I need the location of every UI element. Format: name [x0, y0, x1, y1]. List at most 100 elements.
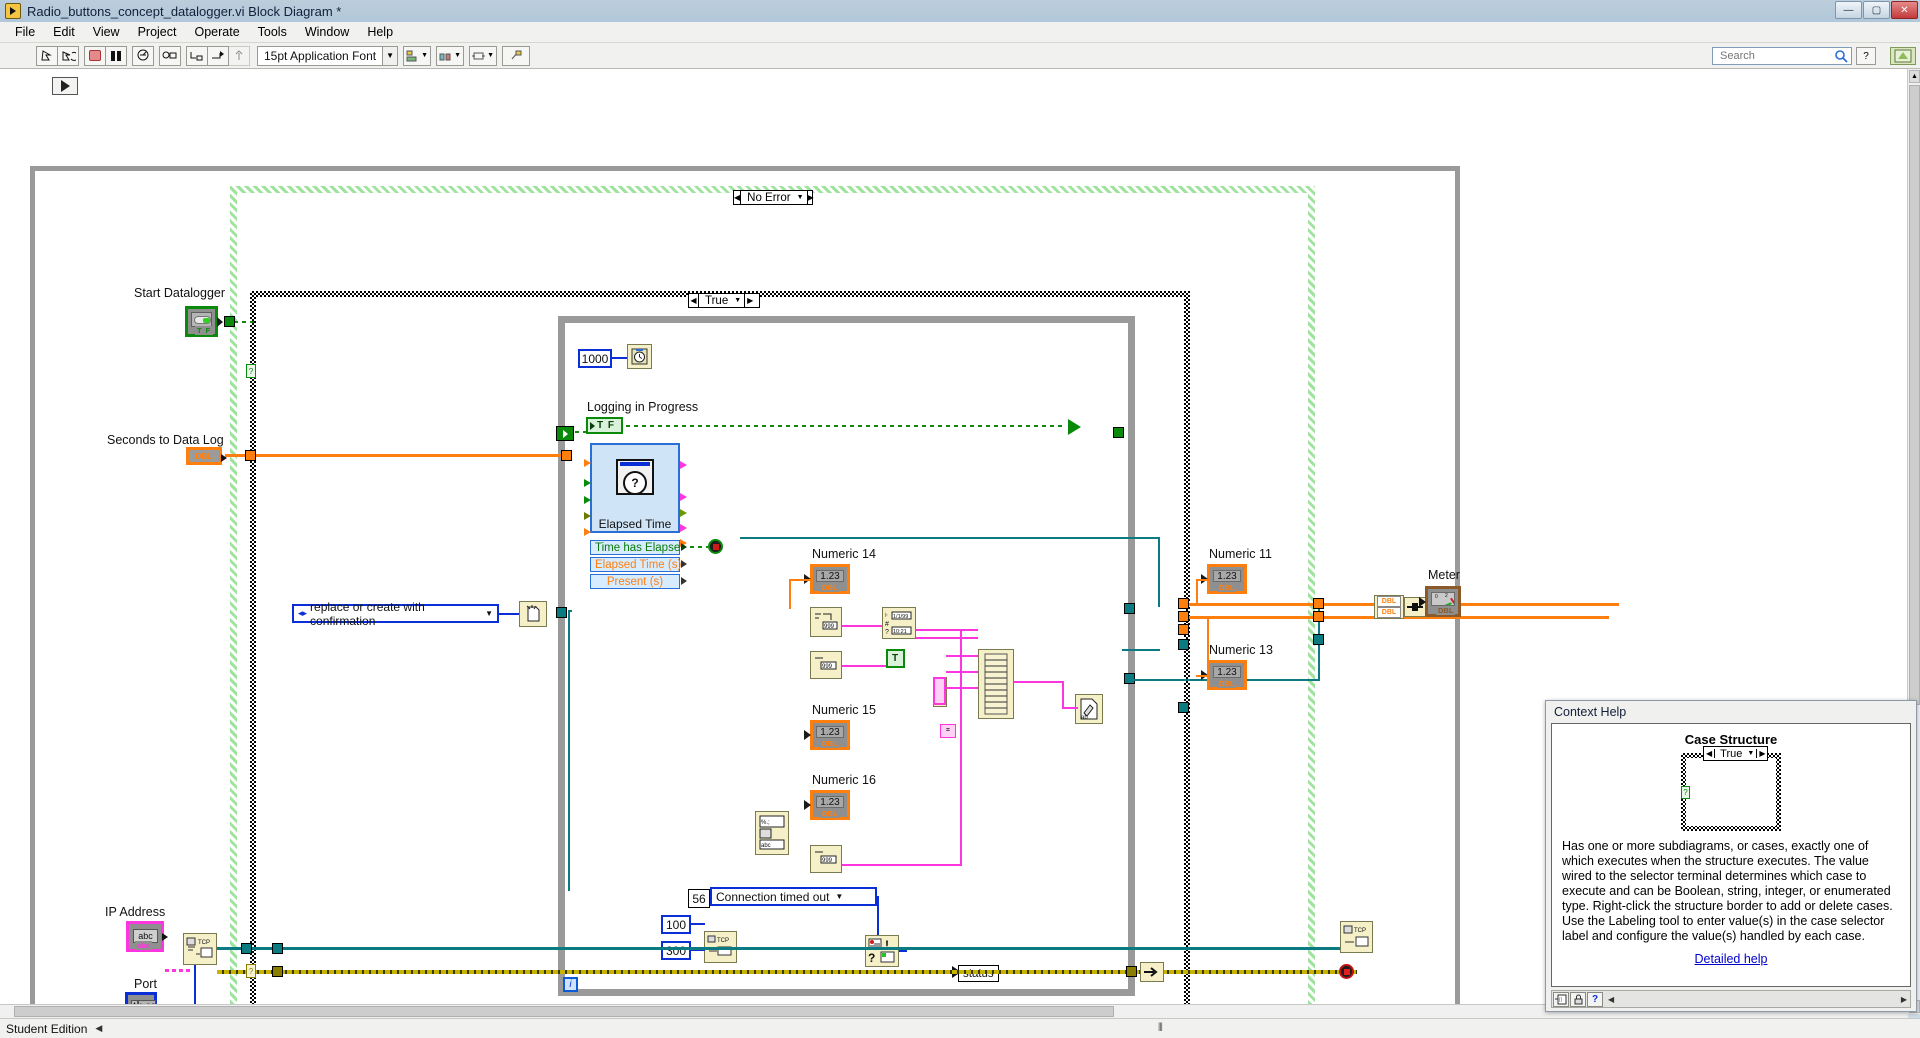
wire-ip-to-tcp[interactable] — [165, 969, 193, 972]
context-help-icon[interactable]: ? — [1856, 47, 1876, 65]
error-out-arrow-node[interactable] — [1140, 962, 1164, 982]
tunnel-teal-a[interactable] — [1124, 603, 1135, 614]
meter-indicator[interactable]: 0 2 4 DBL — [1425, 586, 1461, 617]
wire-tcp-conn[interactable] — [217, 947, 1357, 950]
error-stop-node[interactable] — [1339, 964, 1354, 979]
wire-pink-5[interactable] — [946, 655, 978, 657]
elapsed-time-express-vi[interactable]: ? Elapsed Time — [590, 443, 680, 533]
numeric-16-indicator[interactable]: 1.23 DBL — [810, 790, 850, 820]
wire-numeric-14-v[interactable] — [789, 579, 791, 609]
tunnel-orange-3[interactable] — [1178, 624, 1189, 635]
close-button[interactable]: ✕ — [1891, 1, 1918, 19]
tunnel-error-b[interactable] — [1126, 966, 1137, 977]
run-button-diagram[interactable] — [52, 77, 78, 95]
wire-n13-v[interactable] — [1207, 617, 1209, 677]
context-help-window[interactable]: Context Help Case Structure ◀ True ▼ ▶ ?… — [1545, 700, 1917, 1012]
enum-left-right-icon[interactable]: ◂▸ — [298, 608, 307, 619]
error-tunnel-q[interactable]: ? — [246, 964, 256, 978]
detailed-help-icon[interactable]: ? — [1587, 992, 1603, 1007]
wire-pink-10[interactable] — [1014, 681, 1062, 683]
run-continuously-icon[interactable] — [57, 46, 79, 66]
tunnel-error-a[interactable] — [272, 966, 283, 977]
retain-wire-values-icon[interactable] — [159, 46, 181, 66]
step-out-icon[interactable] — [228, 46, 250, 66]
menu-help[interactable]: Help — [358, 23, 402, 41]
elapsed-time-out-2[interactable] — [680, 493, 687, 501]
tunnel-seconds-a[interactable] — [245, 450, 256, 461]
tcp-open-connection-node[interactable]: TCP — [183, 933, 217, 965]
numeric-14-indicator[interactable]: 1.23 DBL — [810, 564, 850, 594]
ip-address-control[interactable]: abc abc — [126, 921, 164, 952]
detailed-help-link[interactable]: Detailed help — [1562, 952, 1900, 966]
wire-pink-7[interactable] — [946, 687, 978, 689]
timestamp-format-node[interactable]: ⊦ 1/1/99 # ? 10:21 — [882, 607, 916, 639]
tunnel-orange-2[interactable] — [1178, 611, 1189, 622]
menu-operate[interactable]: Operate — [185, 23, 248, 41]
font-selector[interactable]: 15pt Application Font ▼ — [257, 46, 398, 66]
open-create-replace-file-node[interactable] — [519, 601, 547, 627]
abort-execution-icon[interactable] — [84, 46, 106, 66]
numeric-11-indicator[interactable]: 1.23 DBL — [1207, 564, 1247, 594]
search-box[interactable] — [1712, 47, 1852, 65]
step-into-icon[interactable] — [186, 46, 208, 66]
wire-file-teal-vert[interactable] — [568, 610, 570, 891]
write-to-file-node[interactable]: ab — [1075, 694, 1103, 724]
true-case-dropdown-icon[interactable]: ▼ — [734, 297, 744, 304]
enum-dropdown-icon[interactable]: ▼ — [485, 609, 493, 618]
inner-loop-index-terminal[interactable]: i — [563, 977, 578, 992]
horizontal-scroll-thumb[interactable] — [14, 1006, 1114, 1017]
tunnel-logging-progress[interactable] — [556, 426, 574, 441]
wire-pink-1[interactable] — [842, 625, 882, 627]
elapsed-time-s-output[interactable]: Elapsed Time (s) — [590, 557, 680, 572]
numeric-13-indicator[interactable]: 1.23 DBL — [1207, 660, 1247, 690]
menu-edit[interactable]: Edit — [44, 23, 84, 41]
wire-n11-v[interactable] — [1196, 581, 1198, 605]
merge-signals-node[interactable]: DBL DBL — [1374, 595, 1404, 619]
wire-100[interactable] — [691, 923, 705, 925]
elapsed-time-out-3[interactable] — [680, 509, 687, 517]
wire-teal-b[interactable] — [1122, 649, 1160, 651]
tcp-close-node[interactable]: TCP — [1340, 921, 1373, 953]
error-enum-dropdown-icon[interactable]: ▼ — [835, 892, 843, 901]
wire-wait-constant[interactable] — [612, 357, 627, 359]
tunnel-orange-1[interactable] — [1178, 598, 1189, 609]
elapsed-time-in-4[interactable] — [584, 512, 591, 520]
wire-pink-9[interactable] — [960, 629, 962, 866]
true-case-prev-arrow[interactable]: ◀ — [689, 294, 699, 307]
elapsed-time-in-5[interactable] — [584, 528, 591, 536]
menu-file[interactable]: File — [6, 23, 44, 41]
build-array-node[interactable] — [978, 649, 1014, 719]
scroll-up-arrow[interactable]: ▲ — [1909, 70, 1920, 83]
case-dropdown-icon[interactable]: ▼ — [797, 194, 807, 201]
wire-pink-11[interactable] — [1062, 681, 1064, 709]
maximize-button[interactable]: ▢ — [1863, 1, 1890, 19]
clean-up-diagram-button[interactable] — [502, 46, 530, 66]
help-scroll-right[interactable]: ▶ — [1901, 995, 1907, 1004]
wire-pink-2[interactable] — [842, 665, 886, 667]
numeric-15-indicator[interactable]: 1.23 DBL — [810, 720, 850, 750]
tunnel-file-path[interactable] — [556, 607, 567, 618]
menu-tools[interactable]: Tools — [249, 23, 296, 41]
stop-loop-node[interactable] — [708, 539, 723, 554]
menu-window[interactable]: Window — [296, 23, 358, 41]
wire-pink-4[interactable] — [916, 637, 978, 639]
error-code-constant[interactable]: 56 — [688, 889, 710, 908]
wait-ms-constant[interactable]: 1000 — [578, 349, 612, 368]
search-icon[interactable] — [1834, 49, 1848, 63]
minimize-button[interactable]: — — [1835, 1, 1862, 19]
wire-pink-3[interactable] — [916, 629, 978, 631]
tunnel-seconds-b[interactable] — [561, 450, 572, 461]
wire-teal-vert-a[interactable] — [1158, 537, 1160, 607]
run-arrow-icon[interactable] — [36, 46, 58, 66]
tunnel-logging-out[interactable] — [1113, 427, 1124, 438]
tcp-constant-300[interactable]: 300 — [661, 941, 691, 960]
resize-objects-button[interactable]: ▼ — [469, 46, 497, 66]
simple-error-handler-node[interactable]: ! ? — [865, 935, 899, 967]
wire-time-elapsed-stop[interactable] — [690, 546, 708, 548]
lock-help-icon[interactable] — [1570, 992, 1586, 1007]
case-prev-arrow[interactable]: ◀ — [734, 191, 741, 204]
wire-logging-progress[interactable] — [626, 425, 1066, 427]
show-optional-terminals-icon[interactable]: ⌷ — [1553, 992, 1569, 1007]
menu-project[interactable]: Project — [129, 23, 186, 41]
tcp-constant-100[interactable]: 100 — [661, 915, 691, 934]
